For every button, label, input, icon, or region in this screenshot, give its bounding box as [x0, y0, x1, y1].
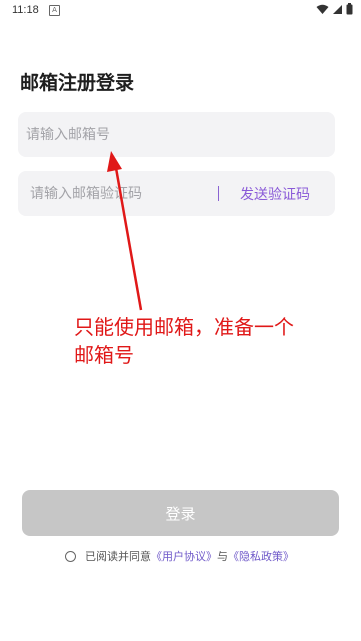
agreement-row: 已阅读并同意 《用户协议》 与 《隐私政策》 — [65, 548, 294, 564]
annotation-text: 只能使用邮箱，准备一个邮箱号 — [74, 315, 294, 367]
battery-icon — [346, 3, 353, 15]
verification-code-row: 发送验证码 — [18, 171, 335, 216]
login-button[interactable]: 登录 — [22, 490, 339, 536]
notification-icon: A — [49, 5, 60, 16]
email-field[interactable] — [18, 112, 335, 157]
status-bar: 11:18 A — [0, 0, 361, 22]
wifi-icon — [316, 4, 329, 14]
agreement-joiner: 与 — [217, 550, 228, 563]
divider — [218, 186, 219, 201]
agreement-prefix: 已阅读并同意 — [85, 550, 151, 563]
status-icons — [316, 3, 353, 15]
privacy-policy-link[interactable]: 《隐私政策》 — [228, 548, 294, 564]
verification-code-field[interactable] — [18, 171, 213, 216]
page-title: 邮箱注册登录 — [20, 72, 135, 94]
send-code-button[interactable]: 发送验证码 — [240, 184, 310, 204]
navigation-bar — [0, 636, 361, 641]
signal-icon — [333, 4, 342, 14]
status-time: 11:18 — [12, 4, 39, 16]
agree-checkbox[interactable] — [65, 550, 76, 562]
user-agreement-link[interactable]: 《用户协议》 — [151, 548, 217, 564]
